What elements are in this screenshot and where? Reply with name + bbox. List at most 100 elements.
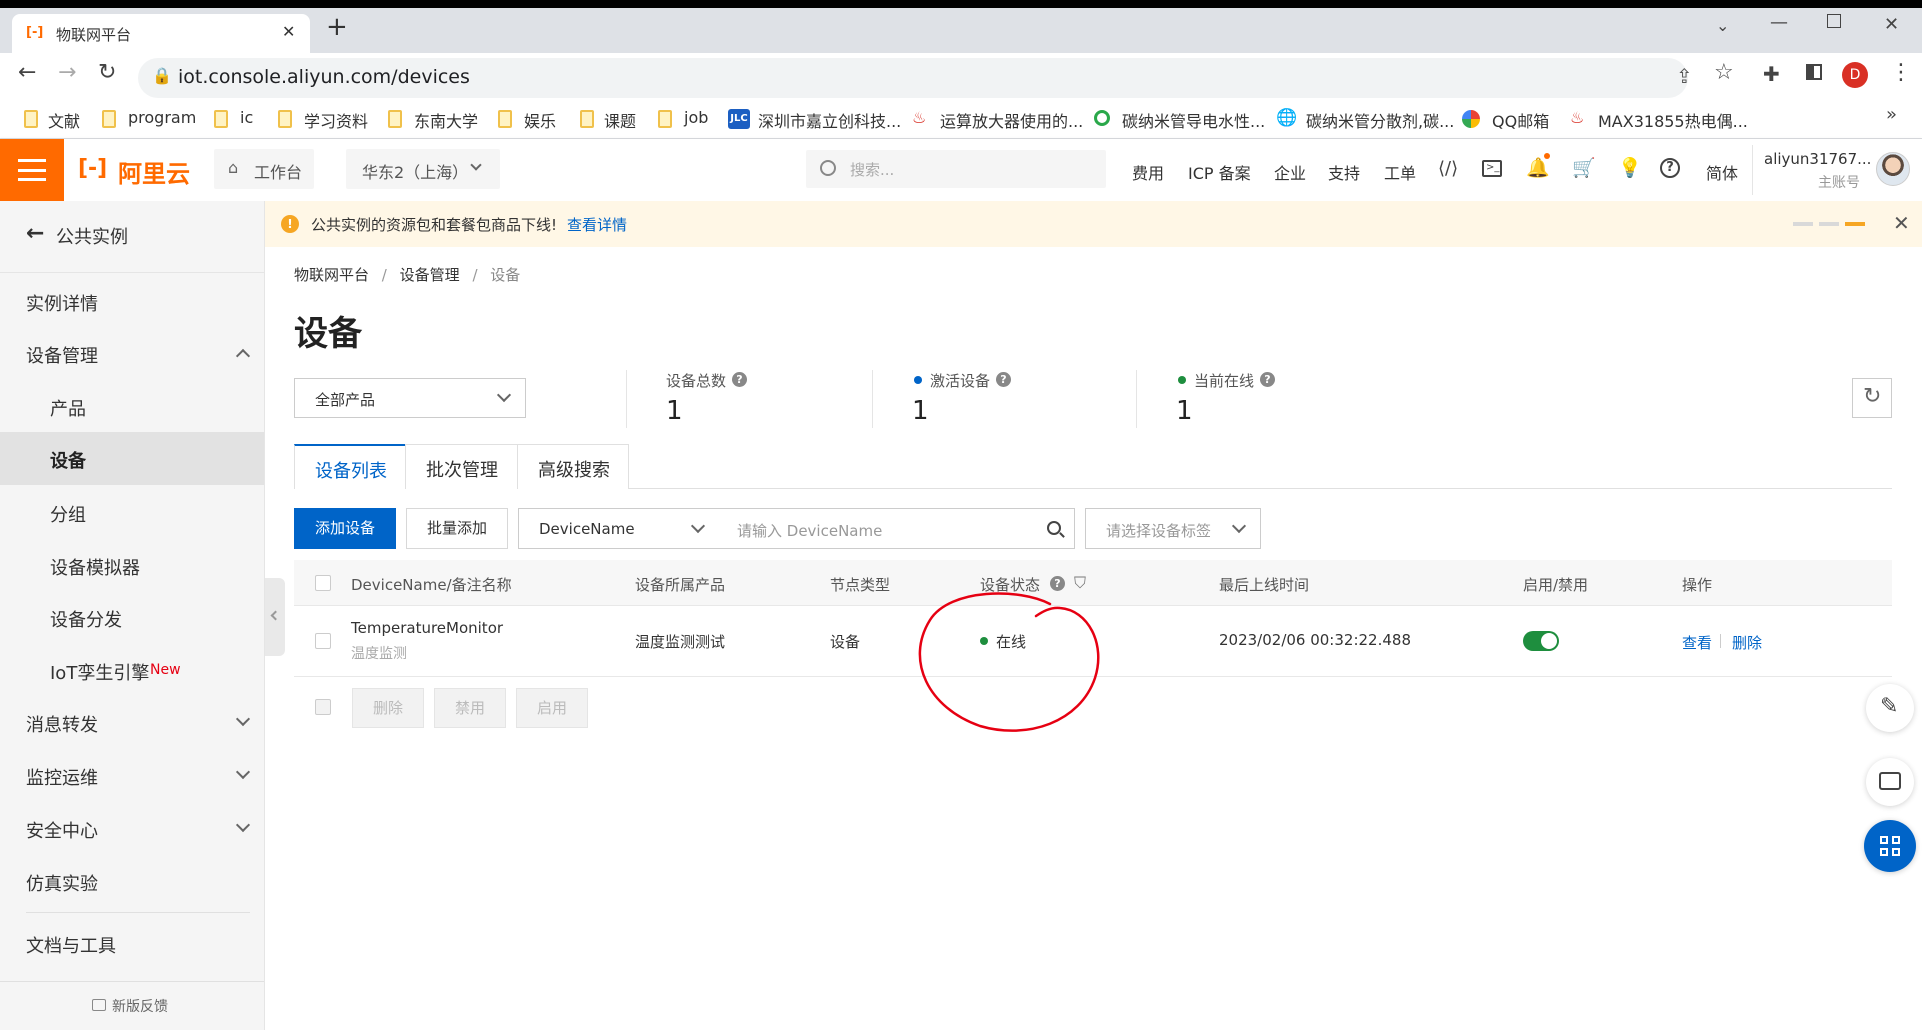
edit-float-button[interactable]: ✎ (1866, 684, 1914, 732)
language-switch[interactable]: 简体 (1706, 160, 1738, 184)
sidebar-item-group[interactable]: 分组 (50, 501, 86, 527)
chevron-down-icon[interactable] (235, 711, 251, 727)
header-link-enterprise[interactable]: 企业 (1274, 160, 1306, 184)
console-search[interactable]: 搜索... (806, 150, 1106, 188)
new-tab-button[interactable]: + (326, 12, 348, 42)
bookmark-item[interactable]: QQ邮箱 (1492, 108, 1549, 132)
browser-tab[interactable]: [-] 物联网平台 ✕ (12, 14, 310, 53)
chat-float-button[interactable] (1866, 758, 1914, 806)
profile-avatar[interactable]: D (1842, 62, 1868, 88)
back-arrow-icon[interactable]: ← (18, 60, 36, 85)
breadcrumb-item[interactable]: 物联网平台 (294, 266, 369, 284)
bookmark-item[interactable]: 碳纳米管分散剂,碳... (1306, 108, 1454, 132)
tag-select[interactable]: 请选择设备标签 (1085, 508, 1261, 549)
sidebar-item-simulator[interactable]: 设备模拟器 (50, 554, 140, 580)
add-device-button[interactable]: 添加设备 (294, 508, 396, 549)
enable-toggle[interactable] (1523, 631, 1559, 651)
sidebar-item-twin[interactable]: IoT孪生引擎 (50, 659, 149, 685)
device-search-input[interactable]: 请输入 DeviceName (717, 508, 1075, 549)
minimize-icon[interactable]: — (1770, 12, 1788, 33)
code-icon[interactable]: ⟨/⟩ (1438, 158, 1458, 179)
close-icon[interactable]: ✕ (1893, 211, 1910, 235)
extensions-icon[interactable]: ✚ (1763, 62, 1780, 86)
user-avatar[interactable] (1876, 152, 1910, 186)
maximize-icon[interactable] (1827, 14, 1841, 28)
refresh-button[interactable]: ↻ (1852, 378, 1892, 418)
select-all-checkbox[interactable] (315, 575, 331, 591)
bookmark-item[interactable]: 运算放大器使用的... (940, 108, 1083, 132)
tab-device-list[interactable]: 设备列表 (294, 444, 406, 489)
sidebar-item-security[interactable]: 安全中心 (26, 817, 98, 843)
chevron-up-icon[interactable] (235, 348, 251, 364)
bookmark-item[interactable]: job (684, 108, 708, 127)
tab-batch[interactable]: 批次管理 (405, 444, 518, 489)
share-icon[interactable]: ⇪ (1676, 64, 1693, 88)
sidebar-item-product[interactable]: 产品 (50, 395, 86, 421)
aliyun-logo-text[interactable]: 阿里云 (118, 154, 190, 189)
sidebar-collapse-handle[interactable] (265, 578, 285, 656)
chevron-down-icon[interactable] (235, 764, 251, 780)
terminal-icon[interactable]: >_ (1482, 160, 1502, 177)
header-link-billing[interactable]: 费用 (1132, 160, 1164, 184)
feedback-link[interactable]: 新版反馈 (112, 996, 168, 1016)
delete-link[interactable]: 删除 (1732, 632, 1762, 653)
tab-close-icon[interactable]: ✕ (282, 22, 295, 41)
bookmark-item[interactable]: ic (240, 108, 253, 127)
tab-search-icon[interactable]: ⌄ (1716, 16, 1729, 35)
region-select[interactable]: 华东2（上海） (346, 149, 500, 189)
menu-button[interactable] (0, 139, 64, 201)
url-text[interactable]: iot.console.aliyun.com/devices (178, 66, 470, 88)
bookmark-item[interactable]: 学习资料 (304, 108, 368, 132)
sidebar-item-message[interactable]: 消息转发 (26, 711, 98, 737)
header-link-ticket[interactable]: 工单 (1384, 160, 1416, 184)
cart-icon[interactable]: 🛒 (1572, 156, 1596, 179)
help-icon[interactable]: ? (732, 372, 747, 387)
header-link-icp[interactable]: ICP 备案 (1188, 160, 1251, 184)
sidebar-back-label[interactable]: 公共实例 (56, 223, 128, 249)
address-bar[interactable]: 🔒 iot.console.aliyun.com/devices ⇪ (138, 58, 1693, 98)
bookmark-item[interactable]: MAX31855热电偶... (1598, 108, 1748, 132)
sidebar-item-monitor[interactable]: 监控运维 (26, 764, 98, 790)
help-icon[interactable]: ? (1660, 158, 1680, 178)
bookmark-item[interactable]: 文献 (48, 108, 80, 132)
apps-float-button[interactable] (1864, 820, 1916, 872)
bookmark-star-icon[interactable]: ☆ (1714, 60, 1734, 85)
browser-menu-icon[interactable]: ⋮ (1890, 60, 1912, 85)
help-icon[interactable]: ? (1260, 372, 1275, 387)
bookmark-item[interactable]: 碳纳米管导电水性... (1122, 108, 1265, 132)
forward-arrow-icon[interactable]: → (58, 60, 76, 85)
back-arrow-icon[interactable]: ← (26, 221, 44, 246)
header-link-support[interactable]: 支持 (1328, 160, 1360, 184)
bookmark-item[interactable]: program (128, 108, 196, 127)
row-checkbox[interactable] (315, 633, 331, 649)
sidebar-item-instance-detail[interactable]: 实例详情 (26, 290, 98, 316)
sidepanel-icon[interactable] (1806, 64, 1822, 80)
bookmark-item[interactable]: 东南大学 (414, 108, 478, 132)
search-field-select[interactable]: DeviceName (518, 508, 718, 549)
sidebar-item-docs[interactable]: 文档与工具 (26, 932, 116, 958)
bulb-icon[interactable]: 💡 (1618, 156, 1642, 179)
help-icon[interactable]: ? (1050, 576, 1065, 591)
bookmark-item[interactable]: 深圳市嘉立创科技... (758, 108, 901, 132)
carousel-dot[interactable] (1819, 222, 1839, 226)
batch-add-button[interactable]: 批量添加 (406, 508, 508, 549)
bookmark-item[interactable]: 娱乐 (524, 108, 556, 132)
carousel-dot[interactable] (1793, 222, 1813, 226)
bookmarks-more[interactable]: » (1886, 104, 1897, 125)
bell-icon[interactable]: 🔔 (1526, 156, 1550, 179)
sidebar-item-distribution[interactable]: 设备分发 (50, 606, 122, 632)
sidebar-item-simulation[interactable]: 仿真实验 (26, 870, 98, 896)
bulk-select-checkbox[interactable] (315, 699, 331, 715)
notice-link[interactable]: 查看详情 (567, 214, 627, 235)
sidebar-item-device-active[interactable]: 设备 (0, 432, 264, 485)
bookmark-item[interactable]: 课题 (604, 108, 636, 132)
sidebar-item-device-mgmt[interactable]: 设备管理 (26, 342, 98, 368)
product-select[interactable]: 全部产品 (294, 378, 526, 418)
workbench-button[interactable]: ⌂ 工作台 (214, 149, 314, 189)
close-window-icon[interactable]: ✕ (1884, 14, 1899, 35)
view-link[interactable]: 查看 (1682, 632, 1712, 653)
carousel-dot-active[interactable] (1845, 222, 1865, 226)
tab-advanced-search[interactable]: 高级搜索 (517, 444, 629, 489)
reload-icon[interactable]: ↻ (98, 60, 116, 85)
help-icon[interactable]: ? (996, 372, 1011, 387)
